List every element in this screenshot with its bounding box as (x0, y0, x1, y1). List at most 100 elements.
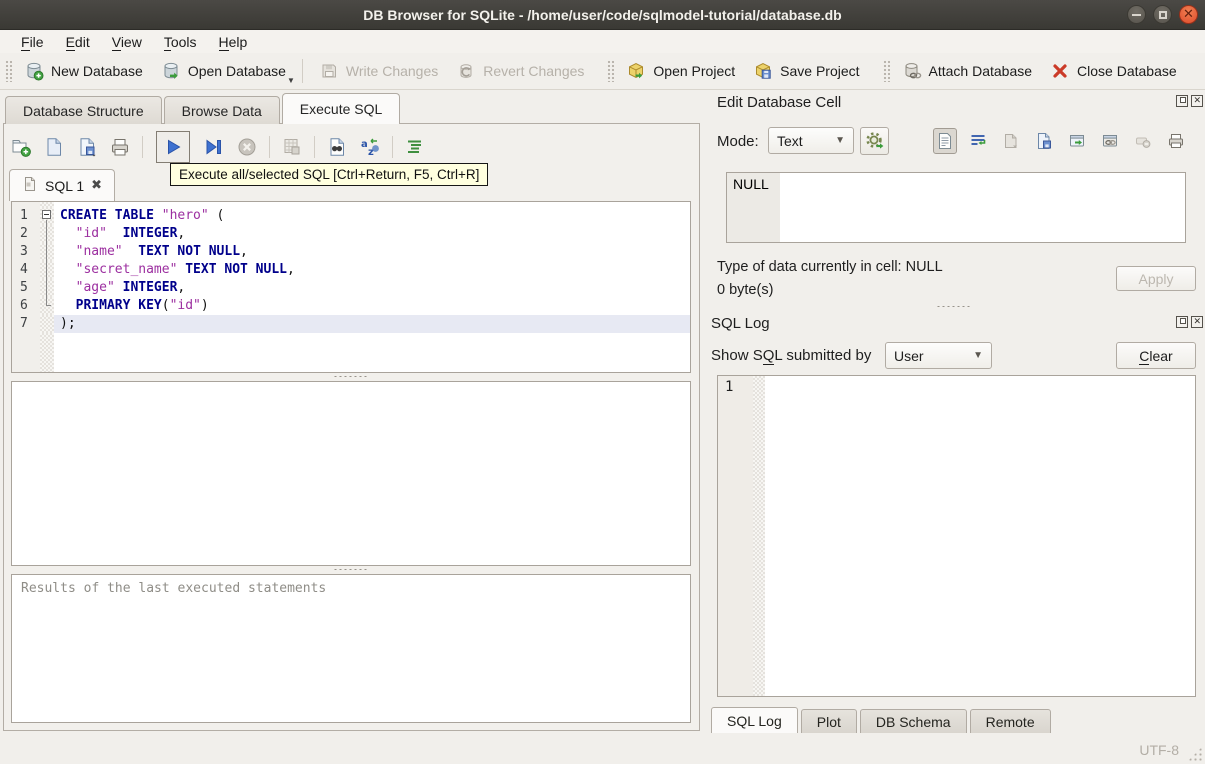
pane-splitter[interactable] (11, 373, 691, 380)
resize-grip-icon[interactable] (1188, 747, 1202, 761)
toolbar-drag-handle[interactable] (5, 60, 12, 82)
check-syntax-icon[interactable]: az (359, 136, 381, 158)
menu-view[interactable]: View (101, 32, 153, 52)
tab-browse-data[interactable]: Browse Data (163, 96, 280, 124)
sql-log-filter-value: User (894, 347, 924, 364)
sql-log-filter-select[interactable]: User ▼ (885, 342, 992, 369)
open-sql-file-icon[interactable] (43, 136, 65, 158)
app-window: DB Browser for SQLite - /home/user/code/… (0, 0, 1205, 764)
close-icon: ✕ (1193, 316, 1202, 327)
dock-splitter[interactable] (703, 305, 1205, 308)
code-fold-tick (46, 305, 51, 306)
sql-log-view[interactable]: 1 (717, 375, 1196, 697)
new-sql-tab-icon[interactable] (10, 136, 32, 158)
mode-select[interactable]: Text ▼ (768, 127, 854, 154)
save-sql-file-icon[interactable] (76, 136, 98, 158)
save-file-icon[interactable] (1032, 128, 1056, 154)
encoding-indicator[interactable]: UTF-8 (1139, 742, 1179, 758)
toolbar-drag-handle[interactable] (607, 60, 615, 82)
export-icon[interactable] (1065, 128, 1089, 154)
close-icon: ✕ (1193, 95, 1202, 106)
set-null-icon[interactable] (1131, 128, 1155, 154)
maximize-button[interactable] (1153, 5, 1172, 24)
close-database-button[interactable]: Close Database (1041, 57, 1186, 85)
toolbar-drag-handle[interactable] (882, 60, 890, 82)
format-sql-icon[interactable] (404, 136, 426, 158)
chevron-down-icon: ▼ (973, 350, 983, 361)
copy-link-icon[interactable] (1098, 128, 1122, 154)
open-database-menu-caret[interactable]: ▼ (287, 76, 295, 85)
text-mode-icon[interactable] (933, 128, 957, 154)
open-database-icon (161, 61, 181, 81)
tab-sql-log[interactable]: SQL Log (711, 707, 798, 734)
edit-cell-close-button[interactable]: ✕ (1191, 95, 1203, 107)
chevron-down-icon: ▼ (835, 135, 845, 146)
sql-log-fold-margin (753, 376, 765, 696)
menu-edit[interactable]: Edit (55, 32, 101, 52)
code-line-3: 3 "name" TEXT NOT NULL, (12, 243, 690, 261)
svg-text:a: a (361, 139, 368, 150)
results-grid-pane (11, 381, 691, 566)
menu-tools[interactable]: Tools (153, 32, 208, 52)
execute-all-button[interactable] (156, 131, 190, 163)
sql-toolbar-separator (314, 136, 315, 158)
write-changes-icon (319, 61, 339, 81)
attach-database-button[interactable]: Attach Database (893, 57, 1042, 85)
save-results-icon[interactable] (281, 136, 303, 158)
print-cell-icon[interactable] (1164, 128, 1188, 154)
menu-file[interactable]: File (10, 32, 55, 52)
current-line-highlight: ); (54, 315, 690, 333)
main-tab-bar: Database Structure Browse Data Execute S… (5, 93, 402, 124)
sql-code-editor[interactable]: 1 CREATE TABLE "hero" ( 2 "id" INTEGER, … (11, 201, 691, 373)
maximize-icon (1158, 10, 1167, 19)
code-fold-marker[interactable] (42, 210, 51, 219)
code-fold-line (46, 220, 47, 305)
tab-plot[interactable]: Plot (800, 709, 857, 734)
execute-all-icon (168, 139, 181, 155)
apply-button[interactable]: Apply (1116, 266, 1196, 291)
menu-help[interactable]: Help (208, 32, 259, 52)
cell-type-info: Type of data currently in cell: NULL (717, 259, 943, 275)
save-project-button[interactable]: Save Project (744, 57, 868, 85)
mode-label: Mode: (717, 133, 759, 150)
word-wrap-icon[interactable] (966, 128, 990, 154)
minimize-button[interactable] (1127, 5, 1146, 24)
attach-database-icon (902, 61, 922, 81)
title-bar[interactable]: DB Browser for SQLite - /home/user/code/… (0, 0, 1205, 30)
code-line-7: 7 ); (12, 315, 690, 333)
sql-toolbar-separator (142, 136, 143, 158)
close-button[interactable]: ✕ (1179, 5, 1198, 24)
new-database-button[interactable]: New Database (15, 57, 152, 85)
import-settings-button[interactable] (860, 127, 889, 155)
clear-log-button[interactable]: Clear (1116, 342, 1196, 369)
tab-db-schema[interactable]: DB Schema (859, 709, 967, 734)
pane-splitter[interactable] (11, 566, 691, 573)
cell-toolbar (933, 128, 1188, 154)
stop-icon[interactable] (236, 136, 258, 158)
open-file-icon[interactable] (999, 128, 1023, 154)
execute-current-line-icon[interactable] (203, 136, 225, 158)
code-line-6: 6 PRIMARY KEY("id") (12, 297, 690, 315)
float-icon (1180, 97, 1186, 103)
sql-document-tab[interactable]: SQL 1 ✖ (9, 169, 116, 201)
sql-tab-close-icon[interactable]: ✖ (91, 178, 102, 193)
code-line-2: 2 "id" INTEGER, (12, 225, 690, 243)
revert-changes-icon (456, 61, 476, 81)
tab-execute-sql[interactable]: Execute SQL (281, 93, 401, 124)
cell-value-editor[interactable]: NULL (726, 172, 1186, 243)
sql-log-gutter (718, 376, 753, 696)
find-icon[interactable] (326, 136, 348, 158)
right-dock-area: Edit Database Cell ✕ Mode: Text ▼ NULL T… (703, 90, 1205, 734)
print-icon[interactable] (109, 136, 131, 158)
sql-log-close-button[interactable]: ✕ (1191, 316, 1203, 328)
write-changes-button[interactable]: Write Changes (310, 57, 447, 85)
execute-tooltip: Execute all/selected SQL [Ctrl+Return, F… (170, 163, 489, 186)
tab-remote[interactable]: Remote (969, 709, 1051, 734)
mode-value: Text (777, 132, 803, 149)
sql-log-float-button[interactable] (1176, 316, 1188, 328)
open-database-button[interactable]: Open Database ▼ (152, 57, 295, 85)
open-project-button[interactable]: Open Project (617, 57, 744, 85)
edit-cell-float-button[interactable] (1176, 95, 1188, 107)
tab-database-structure[interactable]: Database Structure (5, 96, 162, 124)
revert-changes-button[interactable]: Revert Changes (447, 57, 593, 85)
